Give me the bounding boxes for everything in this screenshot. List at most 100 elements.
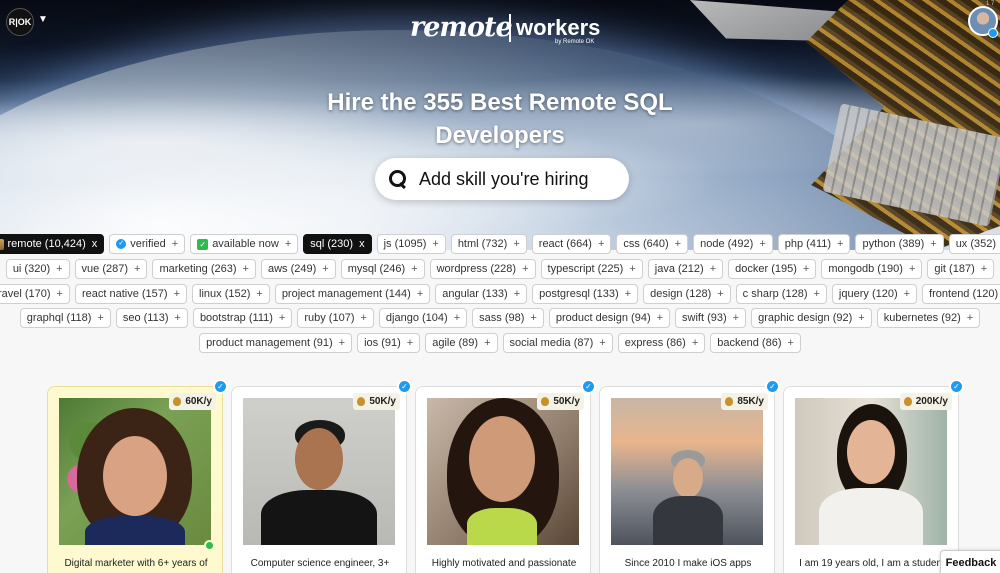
plus-icon[interactable]: + — [360, 312, 366, 324]
filter-tag[interactable]: project management (144) + — [274, 284, 431, 304]
plus-icon[interactable]: + — [134, 263, 140, 275]
filter-tag[interactable]: swift (93) + — [675, 308, 747, 328]
plus-icon[interactable]: + — [967, 312, 973, 324]
worker-photo[interactable] — [795, 398, 947, 545]
filter-tag[interactable]: angular (133) + — [435, 284, 528, 304]
plus-icon[interactable]: + — [417, 288, 423, 300]
plus-icon[interactable]: + — [411, 263, 417, 275]
filter-tag[interactable]: node (492) + — [693, 234, 773, 254]
worker-card[interactable]: 50K/y Computer science engineer, 3+ — [231, 386, 407, 573]
plus-icon[interactable]: + — [733, 312, 739, 324]
plus-icon[interactable]: + — [717, 288, 723, 300]
filter-tag[interactable]: postgresql (133) + — [532, 284, 639, 304]
filter-tag[interactable]: html (732) + — [450, 234, 527, 254]
plus-icon[interactable]: + — [56, 263, 62, 275]
filter-tag[interactable]: bootstrap (111) + — [192, 308, 293, 328]
filter-tag-remote[interactable]: ● remote (10,424) x — [0, 234, 105, 254]
plus-icon[interactable]: + — [625, 288, 631, 300]
plus-icon[interactable]: + — [813, 288, 819, 300]
plus-icon[interactable]: + — [981, 263, 987, 275]
worker-card[interactable]: 50K/y Highly motivated and passionate — [415, 386, 591, 573]
filter-tag[interactable]: ios (91) + — [357, 333, 421, 353]
plus-icon[interactable]: + — [432, 238, 438, 250]
plus-icon[interactable]: + — [322, 263, 328, 275]
filter-tag[interactable]: jquery (120) + — [831, 284, 918, 304]
filter-tag[interactable]: ux (352)+ — [948, 234, 1000, 254]
close-icon[interactable]: x — [92, 238, 98, 250]
filter-tag[interactable]: backend (86) + — [710, 333, 801, 353]
plus-icon[interactable]: + — [522, 263, 528, 275]
filter-tag[interactable]: ui (320) + — [5, 259, 70, 279]
plus-icon[interactable]: + — [598, 238, 604, 250]
plus-icon[interactable]: + — [407, 337, 413, 349]
close-icon[interactable]: x — [359, 238, 365, 250]
plus-icon[interactable]: + — [629, 263, 635, 275]
worker-photo[interactable] — [611, 398, 763, 545]
plus-icon[interactable]: + — [710, 263, 716, 275]
filter-tag[interactable]: graphql (118) + — [19, 308, 111, 328]
remoteok-logo-button[interactable]: R|OK — [6, 8, 34, 36]
filter-tag[interactable]: kubernetes (92) + — [876, 308, 981, 328]
filter-tag[interactable]: seo (113) + — [115, 308, 188, 328]
plus-icon[interactable]: + — [97, 312, 103, 324]
filter-tag[interactable]: mongodb (190) + — [821, 259, 923, 279]
plus-icon[interactable]: + — [172, 238, 178, 250]
worker-photo[interactable] — [243, 398, 395, 545]
filter-tag-available-now[interactable]: ✓ available now + — [190, 234, 299, 254]
filter-tag[interactable]: react (664) + — [531, 234, 612, 254]
chevron-down-icon[interactable]: ▼ — [38, 14, 48, 25]
skill-search-input[interactable]: Add skill you're hiring — [375, 158, 629, 200]
worker-card[interactable]: 200K/y I am 19 years old, I am a student — [783, 386, 959, 573]
filter-tag[interactable]: product design (94) + — [548, 308, 671, 328]
plus-icon[interactable]: + — [930, 238, 936, 250]
plus-icon[interactable]: + — [174, 288, 180, 300]
filter-tag[interactable]: php (411) + — [777, 234, 851, 254]
filter-tag[interactable]: design (128) + — [643, 284, 731, 304]
plus-icon[interactable]: + — [279, 312, 285, 324]
plus-icon[interactable]: + — [675, 238, 681, 250]
plus-icon[interactable]: + — [454, 312, 460, 324]
filter-tag[interactable]: java (212) + — [647, 259, 724, 279]
filter-tag[interactable]: linux (152) + — [192, 284, 270, 304]
filter-tag[interactable]: js (1095) + — [376, 234, 446, 254]
filter-tag[interactable]: express (86) + — [617, 333, 706, 353]
plus-icon[interactable]: + — [837, 238, 843, 250]
filter-tag-verified[interactable]: ✓ verified + — [109, 234, 186, 254]
filter-tag[interactable]: git (187) + — [927, 259, 995, 279]
filter-tag[interactable]: vue (287) + — [74, 259, 148, 279]
filter-tag[interactable]: ruby (107) + — [297, 308, 374, 328]
filter-tag[interactable]: mysql (246) + — [340, 259, 425, 279]
filter-tag[interactable]: docker (195) + — [728, 259, 817, 279]
worker-card[interactable]: 85K/y Since 2010 I make iOS apps — [599, 386, 775, 573]
filter-tag[interactable]: react native (157) + — [74, 284, 188, 304]
plus-icon[interactable]: + — [530, 312, 536, 324]
filter-tag[interactable]: product management (91) + — [199, 333, 353, 353]
worker-card[interactable]: 60K/y Digital marketer with 6+ years of — [47, 386, 223, 573]
filter-tag[interactable]: wordpress (228) + — [429, 259, 536, 279]
plus-icon[interactable]: + — [484, 337, 490, 349]
filter-tag[interactable]: python (389) + — [855, 234, 944, 254]
plus-icon[interactable]: + — [788, 337, 794, 349]
plus-icon[interactable]: + — [339, 337, 345, 349]
filter-tag[interactable]: social media (87) + — [502, 333, 613, 353]
worker-photo[interactable] — [427, 398, 579, 545]
filter-tag[interactable]: marketing (263) + — [152, 259, 256, 279]
plus-icon[interactable]: + — [514, 288, 520, 300]
plus-icon[interactable]: + — [803, 263, 809, 275]
plus-icon[interactable]: + — [175, 312, 181, 324]
filter-tag[interactable]: css (640) + — [616, 234, 689, 254]
filter-tag[interactable]: aws (249) + — [260, 259, 336, 279]
plus-icon[interactable]: + — [904, 288, 910, 300]
filter-tag[interactable]: laravel (170) + — [0, 284, 70, 304]
filter-tag[interactable]: typescript (225) + — [540, 259, 643, 279]
feedback-button[interactable]: Feedback — [940, 550, 1000, 573]
plus-icon[interactable]: + — [256, 288, 262, 300]
filter-tag[interactable]: graphic design (92) + — [751, 308, 872, 328]
plus-icon[interactable]: + — [909, 263, 915, 275]
brand-logo[interactable]: remote workers by Remote OK — [410, 12, 600, 48]
plus-icon[interactable]: + — [285, 238, 291, 250]
plus-icon[interactable]: + — [657, 312, 663, 324]
filter-tag[interactable]: django (104) + — [378, 308, 468, 328]
plus-icon[interactable]: + — [759, 238, 765, 250]
plus-icon[interactable]: + — [513, 238, 519, 250]
